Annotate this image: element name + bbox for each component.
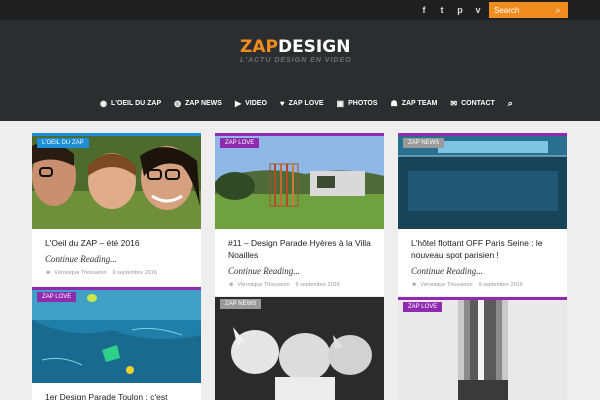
post-meta: ☻ Véronique Thouvenin 9 septembre 2016 — [411, 282, 554, 288]
nav-item-video[interactable]: ▶ VIDEO — [235, 99, 267, 108]
user-icon: ☻ — [228, 282, 235, 288]
team-icon: ☗ — [390, 98, 398, 108]
post-author[interactable]: Véronique Thouvenin — [237, 282, 289, 288]
logo-tagline: L'ACTU DESIGN EN VIDEO — [240, 57, 352, 64]
nav-search-icon[interactable]: ⌕ — [508, 98, 513, 109]
post-title[interactable]: #11 – Design Parade Hyères à la Villa No… — [228, 237, 371, 261]
nav-label: VIDEO — [245, 99, 267, 107]
user-icon: ☻ — [45, 270, 52, 276]
envelope-icon: ✉ — [450, 98, 458, 108]
globe-icon: ◍ — [174, 98, 182, 108]
nav-label: ZAP LOVE — [288, 99, 324, 107]
nav-item-oeil-du-zap[interactable]: ◉ L'OEIL DU ZAP — [100, 99, 161, 108]
twitter-icon[interactable]: t — [433, 4, 451, 16]
nav-label: CONTACT — [461, 99, 495, 107]
continue-reading-link[interactable]: Continue Reading... — [45, 254, 188, 264]
category-badge[interactable]: ZAP NEWS — [220, 299, 262, 309]
post-title[interactable]: L'Oeil du ZAP – été 2016 — [45, 237, 188, 249]
post-date: 9 septembre 2016 — [112, 270, 157, 276]
category-badge[interactable]: ZAP LOVE — [37, 292, 77, 302]
category-badge[interactable]: L'OEIL DU ZAP — [37, 138, 89, 148]
post-card[interactable]: L'OEIL DU ZAP L'Oeil du ZAP – été 2016 C… — [32, 133, 201, 286]
glass-vase-photo — [398, 300, 567, 400]
post-card[interactable]: ZAP LOVE 1er Design Parade Toulon : c'es… — [32, 287, 201, 400]
category-badge[interactable]: ZAP LOVE — [220, 138, 260, 148]
camera-icon: ▣ — [336, 98, 345, 108]
continue-reading-link[interactable]: Continue Reading... — [411, 266, 554, 276]
post-date: 9 septembre 2016 — [295, 282, 340, 288]
top-bar: f t p v ◙ ⌕ — [0, 0, 600, 20]
facebook-icon[interactable]: f — [415, 4, 433, 16]
video-icon: ▶ — [234, 98, 242, 108]
category-badge[interactable]: ZAP LOVE — [403, 302, 443, 312]
search-icon[interactable]: ⌕ — [551, 5, 565, 16]
nav-item-zap-team[interactable]: ☗ ZAP TEAM — [391, 99, 438, 108]
nav-item-zap-news[interactable]: ◍ ZAP NEWS — [174, 99, 222, 108]
post-title[interactable]: L'hôtel flottant OFF Paris Seine : le no… — [411, 237, 554, 261]
post-thumbnail[interactable]: ZAP LOVE — [398, 300, 567, 400]
post-author[interactable]: Véronique Thouvenin — [420, 282, 472, 288]
post-card[interactable]: ZAP LOVE — [398, 297, 567, 400]
search-input[interactable] — [489, 5, 551, 15]
user-icon: ☻ — [411, 282, 418, 288]
post-title[interactable]: 1er Design Parade Toulon : c'est — [45, 391, 188, 400]
nav-label: ZAP TEAM — [401, 99, 438, 107]
post-author[interactable]: Véronique Thouvenin — [54, 270, 106, 276]
nav-item-photos[interactable]: ▣ PHOTOS — [337, 99, 378, 108]
logo-zap: ZAP — [240, 37, 278, 57]
pinterest-icon[interactable]: p — [451, 4, 469, 16]
site-logo[interactable]: ZAPDESIGN L'ACTU DESIGN EN VIDEO — [240, 38, 362, 64]
post-meta: ☻ Véronique Thouvenin 9 septembre 2016 — [228, 282, 371, 288]
nav-label: PHOTOS — [348, 99, 378, 107]
category-badge[interactable]: ZAP NEWS — [403, 138, 445, 148]
logo-design: DESIGN — [277, 37, 351, 57]
vimeo-icon[interactable]: v — [469, 4, 487, 16]
post-card[interactable]: ZAP LOVE #11 – Design Parade Hyères à la… — [215, 133, 384, 296]
nav-label: L'OEIL DU ZAP — [110, 99, 162, 107]
post-thumbnail[interactable]: ZAP LOVE — [215, 136, 384, 229]
eye-icon: ◉ — [100, 98, 107, 108]
nav-item-zap-love[interactable]: ♥ ZAP LOVE — [280, 99, 324, 108]
site-header: ZAPDESIGN L'ACTU DESIGN EN VIDEO ◉ L'OEI… — [0, 20, 600, 121]
main-nav: ◉ L'OEIL DU ZAP ◍ ZAP NEWS ▶ VIDEO ♥ ZAP… — [100, 96, 526, 110]
nav-item-contact[interactable]: ✉ CONTACT — [450, 99, 494, 108]
post-thumbnail[interactable]: ZAP NEWS — [398, 136, 567, 229]
garden-installation-photo — [215, 136, 384, 229]
post-date: 9 septembre 2016 — [478, 282, 523, 288]
post-thumbnail[interactable]: L'OEIL DU ZAP — [32, 136, 201, 229]
floating-hotel-photo — [398, 136, 567, 229]
post-thumbnail[interactable]: ZAP NEWS — [215, 297, 384, 400]
nav-label: ZAP NEWS — [185, 99, 222, 107]
post-card[interactable]: ZAP NEWS — [215, 297, 384, 400]
heart-icon: ♥ — [279, 98, 285, 108]
post-thumbnail[interactable]: ZAP LOVE — [32, 290, 201, 383]
search-box: ⌕ — [489, 2, 568, 18]
post-card[interactable]: ZAP NEWS L'hôtel flottant OFF Paris Sein… — [398, 133, 567, 296]
continue-reading-link[interactable]: Continue Reading... — [228, 266, 371, 276]
post-meta: ☻ Véronique Thouvenin 9 septembre 2016 — [45, 270, 188, 276]
logo-wordmark: ZAPDESIGN — [240, 38, 362, 56]
sculpture-photo — [215, 297, 384, 400]
sea-photo — [32, 290, 201, 383]
selfie-photo — [32, 136, 201, 229]
